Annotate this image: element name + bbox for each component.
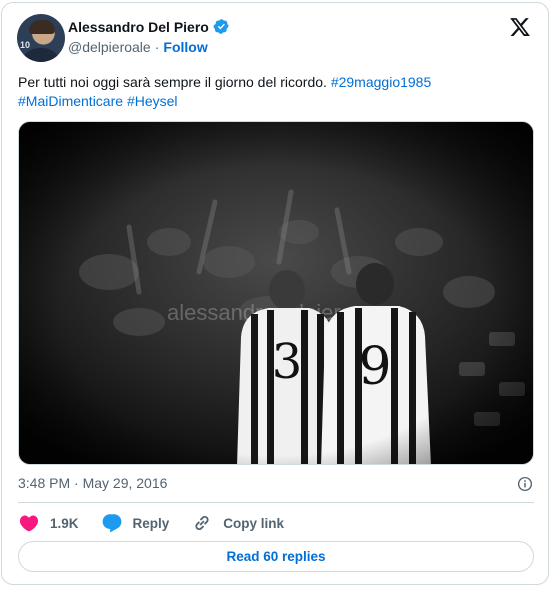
reply-action[interactable]: Reply [101, 512, 170, 534]
tweet-body: Per tutti noi oggi sarà sempre il giorno… [18, 74, 327, 90]
reply-label: Reply [132, 515, 170, 531]
hashtag-link[interactable]: #29maggio1985 [331, 74, 431, 90]
tweet-text: Per tutti noi oggi sarà sempre il giorno… [18, 73, 518, 111]
info-icon[interactable] [516, 475, 534, 493]
action-bar: 1.9K Reply Copy link [18, 511, 284, 535]
timestamp-row: 3:48 PM · May 29, 2016 [18, 475, 534, 495]
divider [18, 502, 534, 503]
handle-row: @delpieroale · Follow [68, 39, 208, 55]
hashtag-link[interactable]: #Heysel [127, 93, 178, 109]
photo-image: alessandrodelpiero 3 [19, 122, 533, 464]
link-icon[interactable] [191, 512, 213, 534]
tweet-card: 10 Alessandro Del Piero @delpieroale · F… [1, 2, 549, 585]
follow-button[interactable]: Follow [163, 39, 207, 55]
hashtag-link[interactable]: #MaiDimenticare [18, 93, 123, 109]
tweet-header: 10 Alessandro Del Piero @delpieroale · F… [17, 14, 533, 62]
author-name[interactable]: Alessandro Del Piero [68, 19, 209, 35]
separator-dot: · [154, 39, 160, 55]
copy-link-action[interactable]: Copy link [191, 512, 284, 534]
read-replies-button[interactable]: Read 60 replies [18, 541, 534, 572]
x-logo-icon[interactable] [509, 16, 531, 38]
like-action[interactable]: 1.9K [18, 512, 79, 534]
heart-icon[interactable] [18, 512, 40, 534]
reply-bubble-icon[interactable] [101, 512, 123, 534]
author-handle[interactable]: @delpieroale [68, 39, 151, 55]
like-count: 1.9K [50, 515, 79, 531]
tweet-timestamp[interactable]: 3:48 PM · May 29, 2016 [18, 475, 167, 491]
verified-badge-icon [213, 19, 229, 34]
tweet-photo[interactable]: alessandrodelpiero 3 [18, 121, 534, 465]
author-name-row: Alessandro Del Piero [68, 18, 230, 35]
avatar[interactable]: 10 [17, 14, 65, 62]
copy-link-label: Copy link [223, 515, 285, 531]
